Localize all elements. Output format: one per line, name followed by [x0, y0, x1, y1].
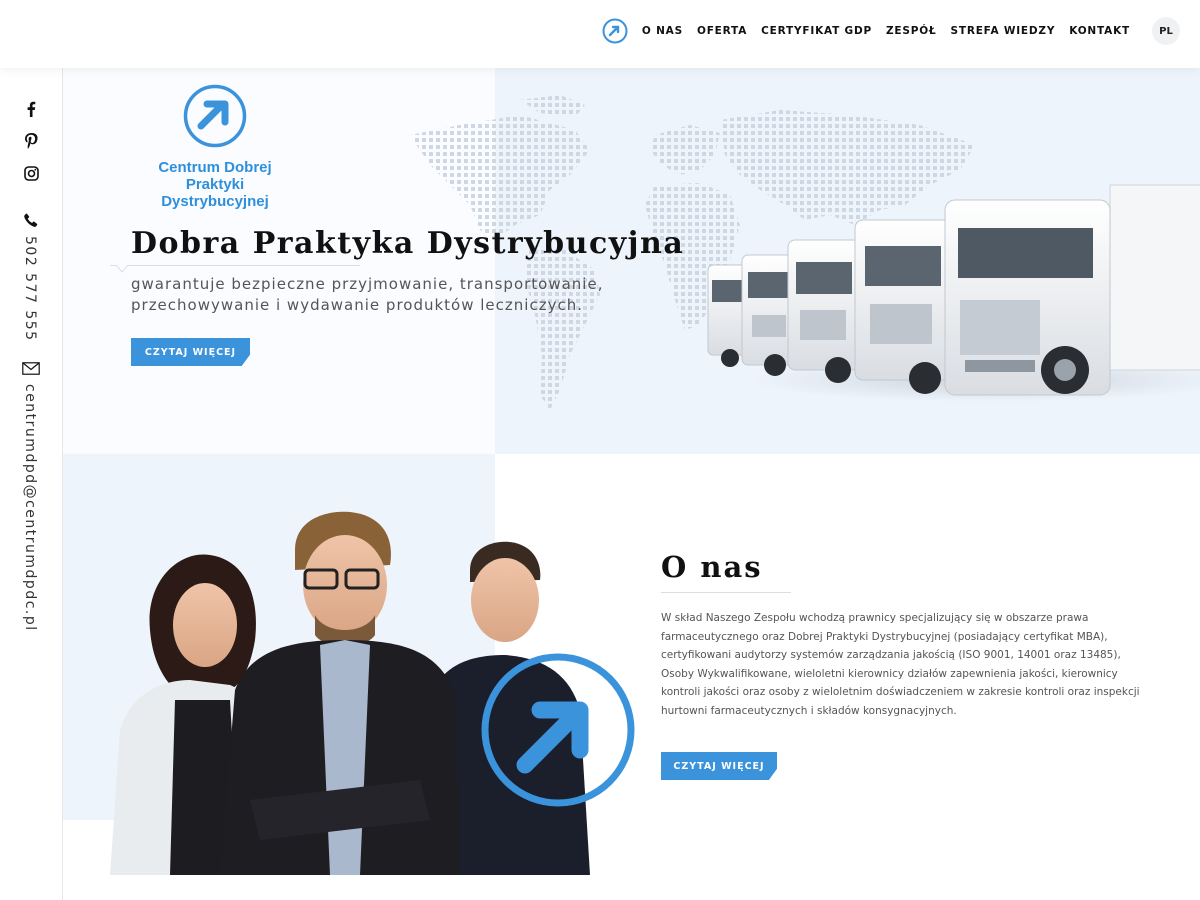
brand-name-line-1: Centrum Dobrej: [158, 159, 272, 176]
nav-link-zespol[interactable]: ZESPÓŁ: [886, 25, 937, 37]
team-photo: [110, 511, 635, 875]
hero-subtitle: gwarantuje bezpieczne przyjmowanie, tran…: [131, 274, 631, 316]
hero-subtitle-line-2: przechowywanie i wydawanie produktów lec…: [131, 296, 583, 314]
about-description: W skład Naszego Zespołu wchodzą prawnicy…: [661, 612, 1140, 717]
pinterest-icon[interactable]: [22, 132, 40, 150]
social-sidebar: 502 577 555 centrumdpd@centrumdpdc.pl: [0, 68, 63, 900]
hero-subtitle-line-1: gwarantuje bezpieczne przyjmowanie, tran…: [131, 275, 604, 293]
email-address[interactable]: centrumdpd@centrumdpdc.pl: [22, 384, 38, 632]
main-nav: O NAS OFERTA CERTYFIKAT GDP ZESPÓŁ STREF…: [602, 17, 1180, 45]
nav-link-kontakt[interactable]: KONTAKT: [1069, 25, 1130, 37]
mail-icon: [22, 359, 40, 377]
title-divider: [110, 265, 360, 266]
about-title: O nas: [661, 550, 763, 584]
phone-number[interactable]: 502 577 555: [22, 236, 38, 342]
nav-link-certyfikat-gdp[interactable]: CERTYFIKAT GDP: [761, 25, 872, 37]
hero-read-more-button[interactable]: CZYTAJ WIĘCEJ: [131, 338, 250, 366]
brand-name-line-2: Praktyki Dystrybucyjnej: [161, 176, 269, 210]
logo-arrow-icon: [183, 84, 247, 148]
facebook-icon[interactable]: [22, 100, 40, 118]
nav-link-oferta[interactable]: OFERTA: [697, 25, 747, 37]
nav-link-strefa-wiedzy[interactable]: STREFA WIEDZY: [951, 25, 1056, 37]
instagram-icon[interactable]: [22, 164, 40, 182]
logo-arrow-icon[interactable]: [602, 18, 628, 44]
language-switcher[interactable]: PL: [1152, 17, 1180, 45]
divider-notch: [116, 265, 128, 273]
phone-icon: [22, 211, 40, 229]
nav-link-o-nas[interactable]: O NAS: [642, 25, 683, 37]
brand-logo[interactable]: Centrum Dobrej Praktyki Dystrybucyjnej: [130, 84, 300, 210]
about-read-more-button[interactable]: CZYTAJ WIĘCEJ: [661, 752, 777, 780]
about-divider: [661, 592, 791, 593]
top-navigation-bar: O NAS OFERTA CERTYFIKAT GDP ZESPÓŁ STREF…: [0, 0, 1200, 68]
trucks-illustration: [707, 184, 1200, 402]
hero-title: Dobra Praktyka Dystrybucyjna: [131, 226, 685, 261]
